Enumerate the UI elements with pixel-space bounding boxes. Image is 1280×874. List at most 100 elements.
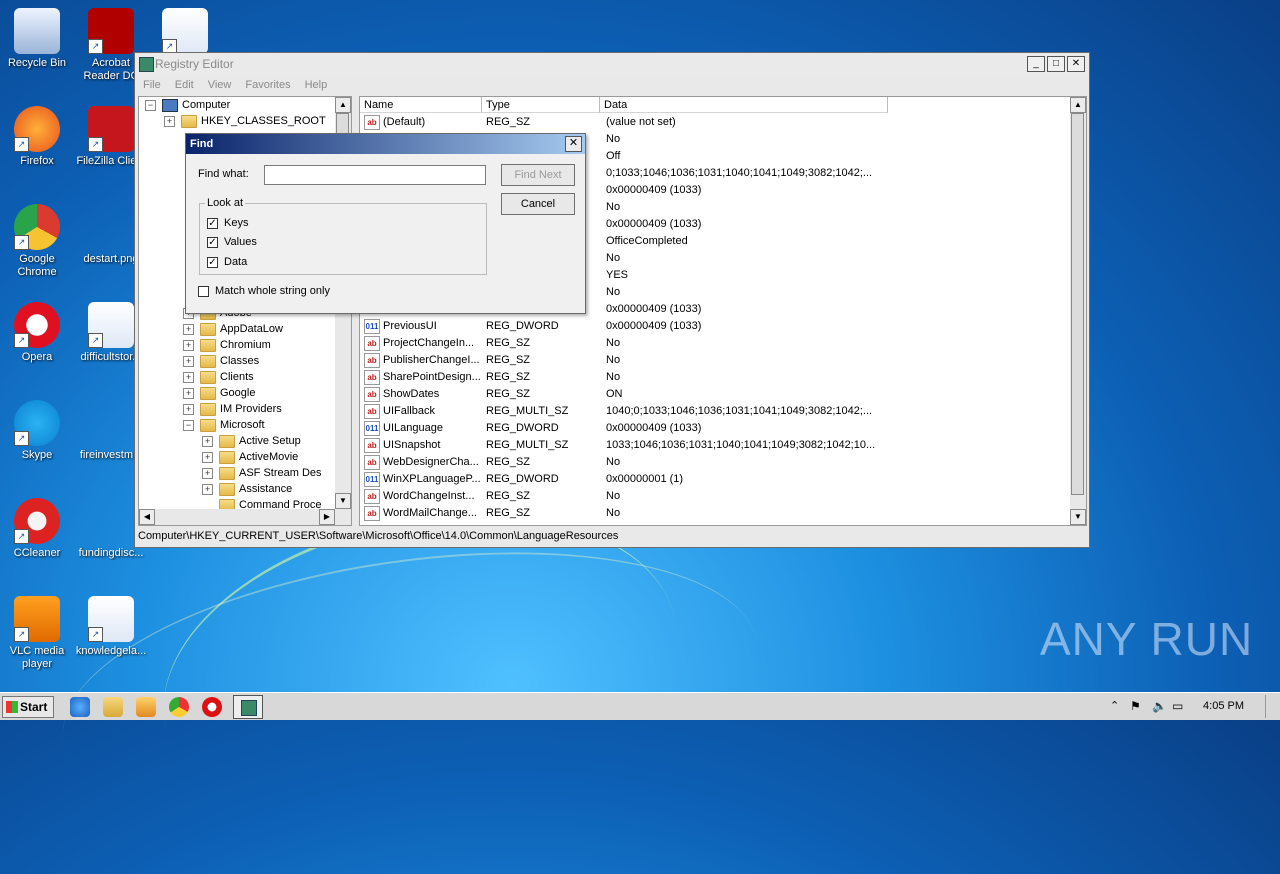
menu-file[interactable]: File — [143, 75, 161, 95]
menu-bar: File Edit View Favorites Help — [135, 75, 1089, 95]
menu-help[interactable]: Help — [305, 75, 328, 95]
clock[interactable]: 4:05 PM — [1203, 700, 1244, 712]
tree-expander-icon[interactable]: + — [202, 451, 213, 463]
column-header-data[interactable]: Data — [600, 97, 888, 113]
scroll-up-arrow-icon[interactable]: ▲ — [1070, 97, 1086, 113]
desktop-icon[interactable]: ↗ Firefox — [0, 106, 74, 168]
tree-item[interactable]: + Classes — [183, 353, 259, 369]
tree-item[interactable]: − Microsoft — [183, 417, 265, 433]
tree-item[interactable]: + IM Providers — [183, 401, 282, 417]
show-desktop-button[interactable] — [1265, 695, 1280, 718]
list-row[interactable]: ab ShowDates REG_SZ ON — [360, 386, 1070, 403]
maximize-button[interactable]: □ — [1047, 56, 1065, 72]
scroll-right-arrow-icon[interactable]: ▶ — [319, 509, 335, 525]
scroll-left-arrow-icon[interactable]: ◀ — [139, 509, 155, 525]
desktop-icon[interactable]: ↗ VLC media player — [0, 596, 74, 671]
volume-icon[interactable]: 🔈 — [1152, 699, 1167, 713]
list-vertical-scrollbar[interactable]: ▲ ▼ — [1070, 97, 1086, 525]
window-titlebar[interactable]: Registry Editor _ □ ✕ — [135, 53, 1089, 75]
list-row[interactable]: ab SharePointDesign... REG_SZ No — [360, 369, 1070, 386]
tree-horizontal-scrollbar[interactable]: ◀ ▶ — [139, 509, 351, 525]
chrome-taskbar-icon[interactable] — [169, 697, 189, 717]
close-button[interactable]: ✕ — [1067, 56, 1085, 72]
scroll-down-arrow-icon[interactable]: ▼ — [1070, 509, 1086, 525]
tree-item[interactable]: + Active Setup — [202, 433, 301, 449]
tree-expander-icon[interactable]: + — [183, 339, 194, 351]
desktop-icon[interactable]: ↗ Opera — [0, 302, 74, 364]
tray-expand-icon[interactable]: ⌃ — [1110, 699, 1119, 712]
tree-item[interactable]: + Chromium — [183, 337, 271, 353]
find-next-button[interactable]: Find Next — [501, 164, 575, 186]
list-row[interactable]: ab PublisherChangeI... REG_SZ No — [360, 352, 1070, 369]
tree-item[interactable]: + Assistance — [202, 481, 292, 497]
tree-expander-icon[interactable]: + — [202, 435, 213, 447]
match-whole-string-checkbox[interactable] — [198, 286, 209, 297]
list-row[interactable]: 011 PreviousUI REG_DWORD 0x00000409 (1033) — [360, 318, 1070, 335]
values-checkbox[interactable]: ✓ — [207, 237, 218, 248]
find-dialog-close-button[interactable]: ✕ — [565, 136, 582, 152]
start-button[interactable]: Start — [2, 696, 54, 718]
desktop-icon[interactable]: ↗ — [148, 8, 222, 57]
list-row[interactable]: ab ProjectChangeIn... REG_SZ No — [360, 335, 1070, 352]
column-header-type[interactable]: Type — [482, 97, 600, 113]
tree-item[interactable]: + ASF Stream Des — [202, 465, 322, 481]
menu-view[interactable]: View — [208, 75, 232, 95]
media-player-icon[interactable] — [136, 697, 156, 717]
value-data: 0x00000409 (1033) — [606, 320, 702, 332]
tree-expander-icon[interactable]: + — [183, 371, 194, 383]
find-what-input[interactable] — [264, 165, 486, 185]
internet-explorer-icon[interactable] — [70, 697, 90, 717]
menu-favorites[interactable]: Favorites — [245, 75, 290, 95]
tree-item-label: Chromium — [220, 339, 271, 351]
minimize-button[interactable]: _ — [1027, 56, 1045, 72]
opera-taskbar-icon[interactable] — [202, 697, 222, 717]
scroll-up-arrow-icon[interactable]: ▲ — [335, 97, 351, 113]
tree-item[interactable]: + Clients — [183, 369, 254, 385]
keys-checkbox[interactable]: ✓ — [207, 218, 218, 229]
tree-item[interactable]: + HKEY_CLASSES_ROOT — [164, 113, 326, 129]
tree-item[interactable]: + Google — [183, 385, 255, 401]
tree-item[interactable]: − Computer — [145, 97, 230, 113]
tree-expander-icon[interactable]: + — [164, 115, 175, 127]
shortcut-arrow-icon: ↗ — [88, 39, 103, 54]
tree-expander-icon[interactable]: + — [183, 387, 194, 399]
column-header-name[interactable]: Name — [360, 97, 482, 113]
tree-expander-icon[interactable]: − — [145, 99, 156, 111]
find-dialog[interactable]: Find ✕ Find what: Find Next Cancel Look … — [185, 133, 586, 314]
network-icon[interactable]: ▭ — [1172, 699, 1183, 713]
regedit-taskbar-button[interactable] — [233, 695, 263, 719]
tree-item[interactable]: + ActiveMovie — [202, 449, 298, 465]
list-row[interactable]: ab WordChangeInst... REG_SZ No — [360, 488, 1070, 505]
list-row[interactable]: 011 UILanguage REG_DWORD 0x00000409 (1033) — [360, 420, 1070, 437]
list-row[interactable]: ab UISnapshot REG_MULTI_SZ 1033;1046;1036;1… — [360, 437, 1070, 454]
scroll-thumb[interactable] — [1071, 113, 1084, 495]
list-row[interactable]: ab (Default) REG_SZ (value not set) — [360, 114, 1070, 131]
tree-expander-icon[interactable]: + — [183, 323, 194, 335]
desktop-icon-label: fundingdisc... — [78, 547, 144, 559]
tree-expander-icon[interactable]: + — [202, 483, 213, 495]
tree-expander-icon[interactable]: + — [202, 467, 213, 479]
shortcut-arrow-icon: ↗ — [14, 627, 29, 642]
value-name: ab WordMailChange... — [364, 505, 480, 522]
list-row[interactable]: ab UIFallback REG_MULTI_SZ 1040;0;1033;1046… — [360, 403, 1070, 420]
cancel-button[interactable]: Cancel — [501, 193, 575, 215]
desktop-icon[interactable]: ↗ knowledgela... — [74, 596, 148, 658]
list-row[interactable]: ab WebDesignerCha... REG_SZ No — [360, 454, 1070, 471]
scroll-down-arrow-icon[interactable]: ▼ — [335, 493, 351, 509]
desktop-icon[interactable]: ↗ Google Chrome — [0, 204, 74, 279]
tree-item-label: Classes — [220, 355, 260, 367]
desktop-icon[interactable]: ↗ CCleaner — [0, 498, 74, 560]
menu-edit[interactable]: Edit — [175, 75, 194, 95]
tree-item[interactable]: + AppDataLow — [183, 321, 283, 337]
windows-logo-icon — [6, 701, 18, 713]
tree-expander-icon[interactable]: + — [183, 403, 194, 415]
tree-expander-icon[interactable]: − — [183, 419, 194, 431]
explorer-folder-icon[interactable] — [103, 697, 123, 717]
data-checkbox[interactable]: ✓ — [207, 257, 218, 268]
action-center-icon[interactable]: ⚑ — [1130, 699, 1141, 713]
desktop-icon[interactable]: ↗ Skype — [0, 400, 74, 462]
desktop-icon[interactable]: Recycle Bin — [0, 8, 74, 70]
list-row[interactable]: 011 WinXPLanguageP... REG_DWORD 0x00000001 … — [360, 471, 1070, 488]
tree-expander-icon[interactable]: + — [183, 355, 194, 367]
list-row[interactable]: ab WordMailChange... REG_SZ No — [360, 505, 1070, 522]
